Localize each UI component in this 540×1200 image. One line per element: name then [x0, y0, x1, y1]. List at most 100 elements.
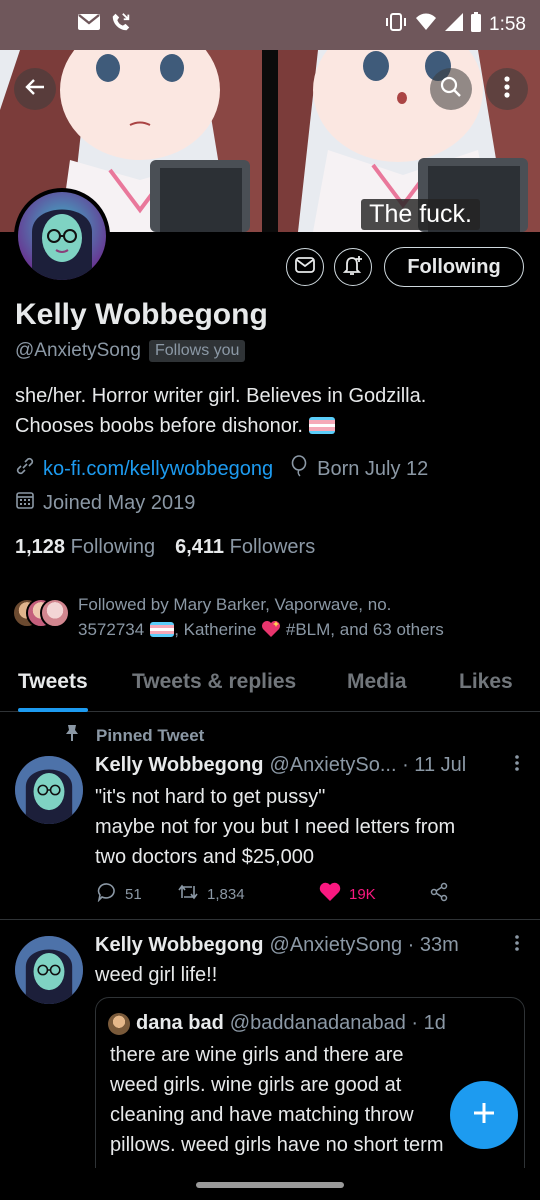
profile-name: Kelly Wobbegong: [15, 298, 268, 331]
followers-label: Followers: [229, 536, 316, 558]
tweet-text[interactable]: "it's not hard to get pussy" maybe not f…: [95, 782, 525, 872]
retweet-button[interactable]: 1,834: [177, 882, 245, 906]
tweet-text[interactable]: weed girl life!!: [95, 960, 525, 990]
tweet-handle-time: @AnxietySo... · 11 Jul: [269, 754, 467, 776]
tweet-header: Kelly Wobbegong @AnxietySong · 33m: [95, 934, 520, 957]
search-button[interactable]: [430, 68, 472, 110]
following-label: Following: [70, 536, 156, 558]
retweet-count: 1,834: [207, 885, 245, 903]
share-button[interactable]: [429, 882, 449, 906]
profile-avatar[interactable]: [14, 188, 110, 284]
profile-bio: she/her. Horror writer girl. Believes in…: [15, 381, 525, 441]
back-arrow-icon: [24, 76, 46, 103]
search-icon: [439, 75, 463, 104]
tab-likes[interactable]: Likes: [459, 656, 513, 694]
tab-tweets[interactable]: Tweets: [18, 656, 88, 712]
tweet-author-name[interactable]: Kelly Wobbegong: [95, 934, 264, 957]
followed-by-text: Followed by Mary Barker, Vaporwave, no. …: [74, 592, 444, 642]
like-button[interactable]: 19K: [319, 882, 376, 906]
wifi-icon: [415, 13, 437, 37]
like-count: 19K: [349, 885, 376, 903]
tweet-divider: [0, 919, 540, 920]
back-button[interactable]: [14, 68, 56, 110]
follow-counts: 1,128 Following 6,411 Followers: [15, 536, 315, 559]
pin-icon: [64, 724, 80, 747]
retweet-icon: [177, 882, 199, 906]
compose-tweet-button[interactable]: [450, 1081, 518, 1149]
gesture-handle[interactable]: [196, 1182, 344, 1188]
profile-handle: @AnxietySong: [15, 340, 141, 361]
bio-line-1: she/her. Horror writer girl. Believes in…: [15, 385, 427, 407]
tab-tweets-and-replies[interactable]: Tweets & replies: [132, 656, 296, 694]
quote-line: pillows. weed girls have no short term: [110, 1134, 444, 1156]
link-icon: [15, 456, 35, 482]
mini-avatar: [40, 598, 70, 628]
reply-icon: [97, 882, 117, 906]
plus-icon: [471, 1100, 497, 1131]
balloon-icon: [289, 455, 309, 483]
tweet-line: two doctors and $25,000: [95, 846, 315, 868]
pinned-indicator: Pinned Tweet: [64, 724, 204, 747]
tweet-avatar[interactable]: [15, 756, 83, 824]
followed-by-tail: #BLM, and 63 others: [285, 620, 444, 639]
quoted-tweet-text: there are wine girls and there are weed …: [110, 1040, 510, 1160]
handle-row: @AnxietySong Follows you: [15, 340, 246, 362]
tweet-menu-icon[interactable]: [514, 934, 520, 958]
banner-caption: The fuck.: [361, 199, 480, 230]
bio-line-2-text: Chooses boobs before dishonor.: [15, 415, 303, 437]
mail-icon: [295, 256, 315, 278]
followers-count: 6,411: [175, 536, 225, 558]
notifications-button[interactable]: [334, 248, 372, 286]
share-icon: [429, 882, 449, 906]
reply-button[interactable]: 51: [97, 882, 142, 906]
followers-you-know-avatars: [12, 598, 74, 630]
following-count: 1,128: [15, 536, 66, 558]
following-button[interactable]: Following: [384, 247, 524, 287]
quote-line: there are wine girls and there are: [110, 1044, 404, 1066]
following-count-link[interactable]: 1,128 Following: [15, 536, 155, 559]
follows-you-badge: Follows you: [148, 340, 246, 362]
quote-line: weed girls. wine girls are good at: [110, 1074, 402, 1096]
tweet-handle-time: @AnxietySong · 33m: [269, 934, 459, 956]
trans-flag-icon: [150, 622, 175, 637]
tweet-author-name[interactable]: Kelly Wobbegong: [95, 754, 264, 777]
reply-count: 51: [125, 885, 142, 903]
tab-media[interactable]: Media: [347, 656, 407, 694]
tweet-line: maybe not for you but I need letters fro…: [95, 816, 456, 838]
followed-by[interactable]: Followed by Mary Barker, Vaporwave, no. …: [12, 592, 528, 642]
tweet-menu-icon[interactable]: [514, 754, 520, 778]
birthday-text: Born July 12: [317, 457, 429, 480]
pinned-label: Pinned Tweet: [96, 725, 205, 745]
followed-by-number: 3572734: [78, 620, 145, 639]
message-button[interactable]: [286, 248, 324, 286]
clock: 1:58: [489, 14, 526, 35]
bell-plus-icon: [342, 254, 364, 281]
heart-filled-icon: [319, 882, 341, 906]
trans-flag-icon: [308, 417, 335, 434]
followed-by-rest: , Katherine: [174, 620, 257, 639]
sparkling-heart-icon: [261, 620, 281, 639]
vibrate-icon: [385, 13, 407, 37]
bio-line-2: Chooses boobs before dishonor.: [15, 411, 525, 441]
profile-tabs: Tweets Tweets & replies Media Likes: [0, 656, 540, 712]
followers-count-link[interactable]: 6,411 Followers: [175, 536, 315, 559]
status-bar: 1:58: [0, 0, 540, 50]
joined-text: Joined May 2019: [43, 491, 196, 514]
battery-icon: [471, 12, 482, 38]
quoted-avatar: [108, 1012, 130, 1035]
followed-by-prefix: Followed by Mary Barker, Vaporwave, no.: [78, 595, 392, 614]
joined-row: Joined May 2019: [15, 490, 195, 516]
signal-icon: [445, 13, 464, 37]
more-options-button[interactable]: [486, 68, 528, 110]
quoted-author-name: dana bad: [136, 1012, 224, 1034]
tweet-line: "it's not hard to get pussy": [95, 786, 326, 808]
missed-call-icon: [110, 11, 132, 39]
tweet-avatar[interactable]: [15, 936, 83, 1004]
tweet-header: Kelly Wobbegong @AnxietySo... · 11 Jul: [95, 754, 520, 777]
calendar-icon: [15, 490, 35, 516]
system-nav-bar: [0, 1168, 540, 1200]
profile-meta-row: ko-fi.com/kellywobbegong Born July 12: [15, 455, 428, 483]
quoted-handle-time: @baddanadanabad · 1d: [229, 1012, 446, 1034]
profile-link[interactable]: ko-fi.com/kellywobbegong: [43, 458, 273, 481]
gmail-icon: [78, 14, 100, 36]
